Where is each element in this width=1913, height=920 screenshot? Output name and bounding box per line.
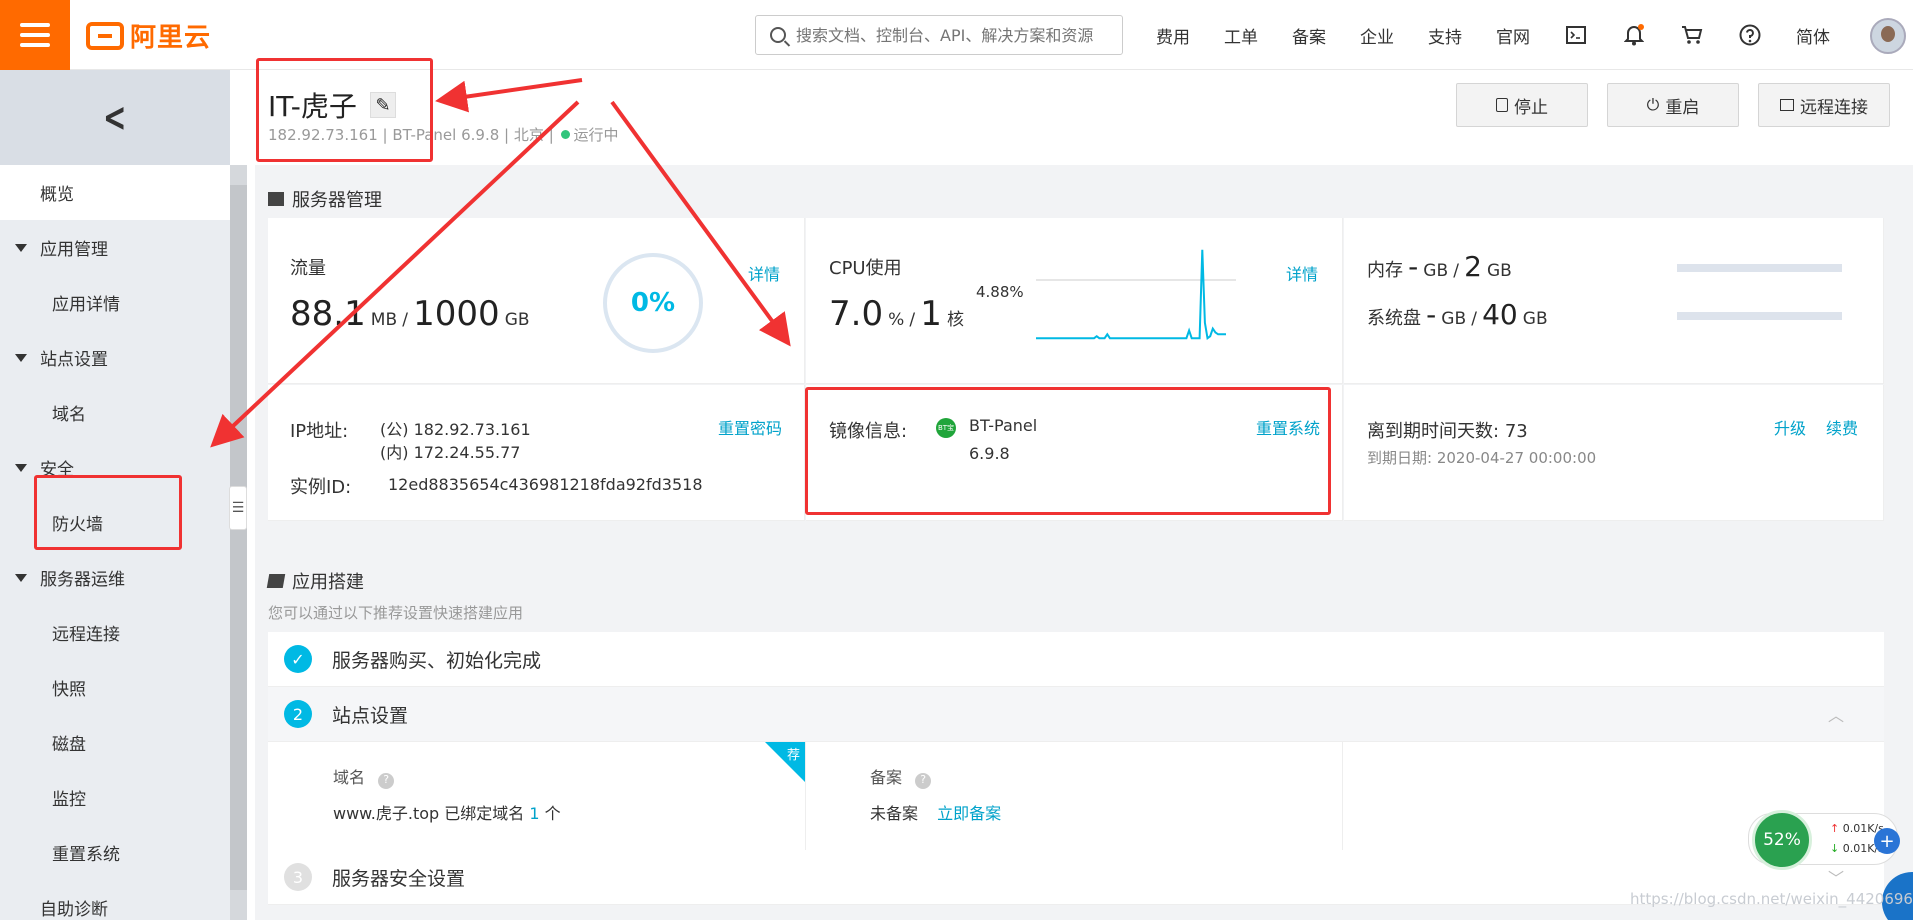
watermark: https://blog.csdn.net/weixin_44206960	[1630, 890, 1913, 908]
annotation-arrows	[210, 78, 791, 448]
arrow-to-firewall	[210, 100, 580, 448]
arrow-to-image	[610, 100, 791, 347]
plus-icon[interactable]: +	[1874, 828, 1900, 854]
speed-percent-badge[interactable]: 52%	[1752, 810, 1812, 870]
arrow-to-name	[435, 78, 583, 113]
